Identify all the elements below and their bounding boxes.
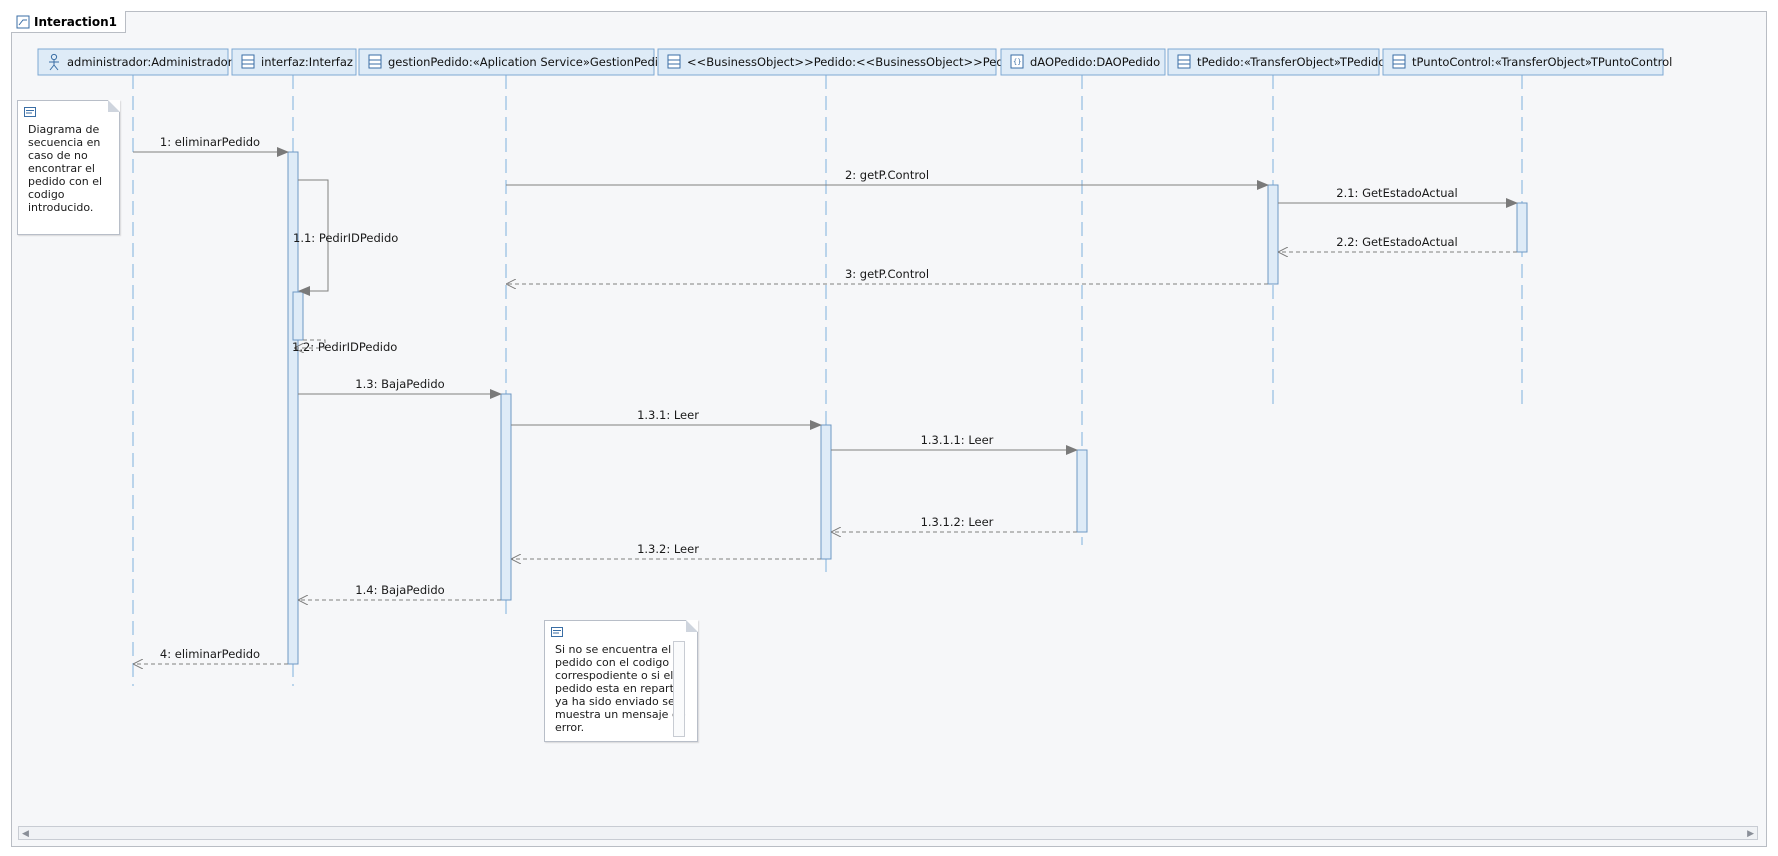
sequence-diagram: 1: eliminarPedido 2: getP.Control 2.1: Get… [37, 48, 1672, 686]
lifeline-gestion[interactable]: gestionPedido:«Aplication Service»Gestio… [358, 48, 672, 76]
note-error-description[interactable]: Si no se encuentra el pedido con el codi… [544, 620, 698, 742]
class-icon [1392, 54, 1406, 69]
lifeline-label: interfaz:Interfaz [261, 55, 353, 69]
component-icon: {} [1010, 54, 1024, 69]
activation-bar-interfaz[interactable] [292, 291, 304, 341]
message-label: 1.2: PedirIDPedido [292, 340, 397, 354]
note-text: Diagrama de secuencia en caso de no enco… [28, 123, 103, 214]
message-label: 1.1: PedirIDPedido [293, 231, 398, 245]
lifeline-pedido[interactable]: <<BusinessObject>>Pedido:<<BusinessObjec… [657, 48, 1021, 76]
class-icon [241, 54, 255, 69]
lifeline-tpunto[interactable]: tPuntoControl:«TransferObject»TPuntoCont… [1382, 48, 1672, 76]
message-4[interactable]: 2.2: GetEstadoActual [1278, 235, 1517, 252]
class-icon [368, 54, 382, 69]
message-3[interactable]: 1.1: PedirIDPedido [293, 179, 398, 296]
lifeline-label: tPuntoControl:«TransferObject»TPuntoCont… [1412, 55, 1672, 69]
scroll-left-icon[interactable]: ◀ [22, 829, 29, 839]
message-6[interactable]: 1.2: PedirIDPedido [292, 339, 397, 354]
class-icon [1177, 54, 1191, 69]
message-11[interactable]: 1.3.2: Leer [511, 542, 821, 559]
message-10[interactable]: 1.3.1.2: Leer [831, 515, 1077, 532]
message-label: 2: getP.Control [845, 168, 929, 182]
message-label: 1.3: BajaPedido [355, 377, 444, 391]
note-text: Si no se encuentra el pedido con el codi… [555, 643, 686, 734]
note-fold [686, 620, 698, 632]
message-5[interactable]: 3: getP.Control [506, 267, 1268, 284]
message-12[interactable]: 1.4: BajaPedido [298, 583, 501, 600]
horizontal-scrollbar[interactable]: ◀ ▶ [18, 826, 1758, 840]
message-label: 1.3.2: Leer [637, 542, 699, 556]
message-label: 1.3.1: Leer [637, 408, 699, 422]
note-icon [24, 107, 36, 117]
message-label: 3: getP.Control [845, 267, 929, 281]
message-label: 1.4: BajaPedido [355, 583, 444, 597]
lifeline-dao[interactable]: {} dAOPedido:DAOPedido [1000, 48, 1166, 76]
lifeline-label: tPedido:«TransferObject»TPedido [1197, 55, 1385, 69]
note-sequence-description[interactable]: Diagrama de secuencia en caso de no enco… [17, 100, 120, 235]
message-label: 1.3.1.1: Leer [921, 433, 994, 447]
message-label: 2.2: GetEstadoActual [1336, 235, 1458, 249]
activation-bar-pedido[interactable] [820, 424, 832, 560]
message-label: 1.3.1.2: Leer [921, 515, 994, 529]
lifeline-label: administrador:Administrador [67, 55, 233, 69]
activation-bar-tpedido[interactable] [1267, 184, 1279, 285]
lifeline-label: gestionPedido:«Aplication Service»Gestio… [388, 55, 672, 69]
activation-bar-tpunto[interactable] [1516, 202, 1528, 253]
class-icon [667, 54, 681, 69]
message-2[interactable]: 2.1: GetEstadoActual [1278, 186, 1518, 208]
note-fold [108, 100, 120, 112]
message-label: 4: eliminarPedido [160, 647, 260, 661]
activation-bar-dao[interactable] [1076, 449, 1088, 533]
message-7[interactable]: 1.3: BajaPedido [298, 377, 502, 399]
lifeline-label: dAOPedido:DAOPedido [1030, 55, 1160, 69]
lifeline-label: <<BusinessObject>>Pedido:<<BusinessObjec… [687, 55, 1021, 69]
message-13[interactable]: 4: eliminarPedido [133, 647, 288, 664]
message-9[interactable]: 1.3.1.1: Leer [831, 433, 1078, 455]
svg-text:{}: {} [1013, 58, 1021, 66]
scroll-right-icon[interactable]: ▶ [1747, 829, 1754, 839]
lifeline-interfaz[interactable]: interfaz:Interfaz [231, 48, 357, 76]
lifeline-tpedido[interactable]: tPedido:«TransferObject»TPedido [1167, 48, 1385, 76]
note-icon [551, 627, 563, 637]
message-label: 2.1: GetEstadoActual [1336, 186, 1458, 200]
message-0[interactable]: 1: eliminarPedido [133, 135, 289, 157]
message-1[interactable]: 2: getP.Control [506, 168, 1269, 190]
message-8[interactable]: 1.3.1: Leer [511, 408, 822, 430]
note-scrollbar[interactable] [673, 641, 685, 737]
message-label: 1: eliminarPedido [160, 135, 260, 149]
activation-bar-interfaz[interactable] [287, 151, 299, 665]
lifeline-admin[interactable]: administrador:Administrador [37, 48, 233, 76]
activation-bar-gestion[interactable] [500, 393, 512, 601]
